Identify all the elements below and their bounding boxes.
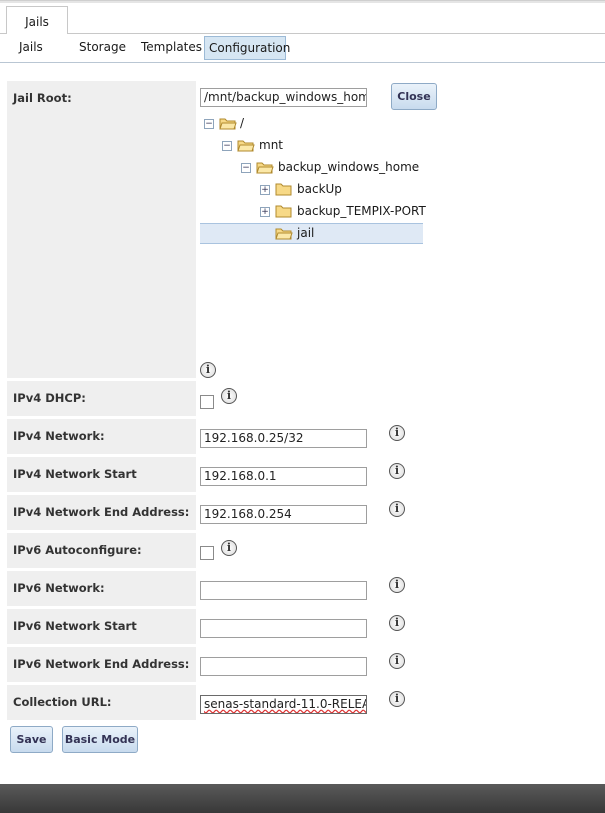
info-icon[interactable]: i [389, 653, 405, 669]
save-button[interactable]: Save [10, 726, 53, 753]
ipv6-autoconfigure-checkbox[interactable] [200, 546, 214, 560]
subtab-jails[interactable]: Jails [15, 36, 47, 60]
ipv6-start-label: IPv6 Network Start Address: [7, 609, 196, 668]
tree-node-backup[interactable]: + backUp [200, 180, 423, 200]
folder-tree: − / − mnt − backup_windows_home + backUp… [200, 114, 426, 246]
folder-icon [275, 183, 292, 196]
tab-divider [0, 33, 6, 34]
collapse-icon[interactable]: − [222, 141, 232, 151]
collection-url-input[interactable]: senas-standard-11.0-RELEAS [200, 695, 367, 714]
folder-open-icon [256, 162, 274, 174]
folder-icon [275, 205, 292, 218]
tree-node-label: mnt [259, 138, 283, 152]
folder-open-icon [275, 228, 293, 240]
tree-node-jail[interactable]: jail [200, 223, 423, 244]
tree-node-root[interactable]: − / [200, 114, 423, 134]
ipv4-start-input[interactable]: 192.168.0.1 [200, 467, 367, 486]
info-icon[interactable]: i [389, 425, 405, 441]
info-icon[interactable]: i [221, 388, 237, 404]
expand-icon[interactable]: + [260, 185, 270, 195]
ipv6-start-input[interactable] [200, 619, 367, 638]
folder-open-icon [237, 140, 255, 152]
tab-jails-main[interactable]: Jails [6, 6, 68, 34]
tree-node-backup-tempix-port[interactable]: + backup_TEMPIX-PORT [200, 202, 426, 222]
folder-open-icon [219, 118, 237, 130]
ipv6-network-input[interactable] [200, 581, 367, 600]
ipv4-dhcp-label: IPv4 DHCP: [7, 381, 196, 416]
subtab-templates[interactable]: Templates [137, 36, 206, 60]
ipv4-network-label: IPv4 Network: [7, 419, 196, 454]
ipv4-network-input[interactable]: 192.168.0.25/32 [200, 429, 367, 448]
ipv4-start-label: IPv4 Network Start Address: [7, 457, 196, 516]
taskbar [0, 784, 605, 813]
expand-icon[interactable]: + [260, 207, 270, 217]
window-top-edge [0, 0, 605, 3]
ipv4-dhcp-checkbox[interactable] [200, 395, 214, 409]
subtab-configuration[interactable]: Configuration [204, 36, 290, 60]
basic-mode-button[interactable]: Basic Mode [62, 726, 138, 753]
info-icon[interactable]: i [389, 691, 405, 707]
info-icon[interactable]: i [389, 615, 405, 631]
subtab-storage[interactable]: Storage [75, 36, 130, 60]
tree-node-backup-windows-home[interactable]: − backup_windows_home [200, 158, 423, 178]
jail-root-label: Jail Root: [7, 81, 196, 378]
close-button[interactable]: Close [391, 83, 437, 110]
tree-node-label: backup_TEMPIX-PORT [297, 204, 426, 218]
info-icon[interactable]: i [200, 362, 216, 378]
info-icon[interactable]: i [389, 501, 405, 517]
tree-node-label: backUp [297, 182, 342, 196]
tree-node-mnt[interactable]: − mnt [200, 136, 423, 156]
tab-divider [68, 33, 605, 34]
collection-url-label: Collection URL: [7, 685, 196, 720]
info-icon[interactable]: i [389, 577, 405, 593]
collapse-icon[interactable]: − [204, 119, 214, 129]
collapse-icon[interactable]: − [241, 163, 251, 173]
ipv6-network-label: IPv6 Network: [7, 571, 196, 606]
tree-node-label: backup_windows_home [278, 160, 420, 174]
jail-root-input[interactable]: /mnt/backup_windows_home [200, 88, 367, 107]
collection-url-value: senas-standard-11.0-RELEAS [204, 697, 367, 711]
ipv6-end-label: IPv6 Network End Address: [7, 647, 196, 682]
tree-node-label: jail [297, 226, 315, 240]
tree-node-label: / [240, 116, 245, 130]
ipv4-end-input[interactable]: 192.168.0.254 [200, 505, 367, 524]
ipv6-autoconfigure-label: IPv6 Autoconfigure: [7, 533, 196, 568]
ipv4-end-label: IPv4 Network End Address: [7, 495, 196, 530]
info-icon[interactable]: i [221, 540, 237, 556]
subtab-divider [0, 62, 605, 63]
info-icon[interactable]: i [389, 463, 405, 479]
ipv6-end-input[interactable] [200, 657, 367, 676]
